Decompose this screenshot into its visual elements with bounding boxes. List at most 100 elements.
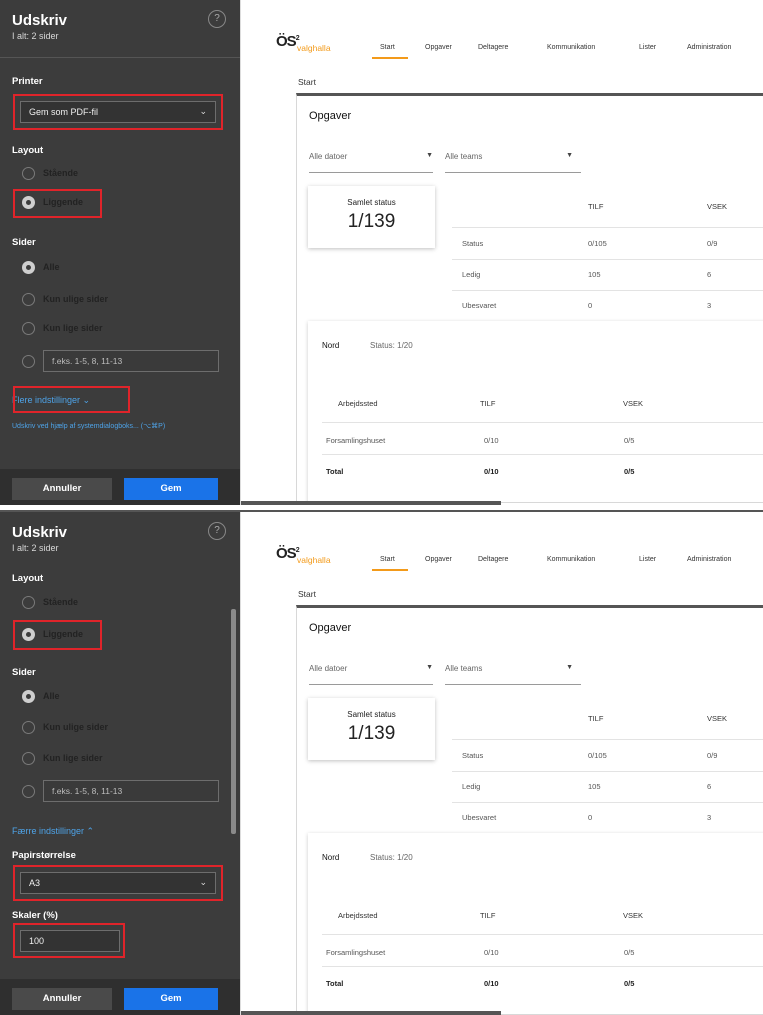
radio-odd-label: Kun ulige sider xyxy=(43,722,109,732)
nord-total-vsek: 0/5 xyxy=(624,979,635,988)
tab-kommunikation[interactable]: Kommunikation xyxy=(547,556,595,563)
radio-icon xyxy=(22,321,35,335)
tab-administration[interactable]: Administration xyxy=(687,556,731,563)
district-name: Nord xyxy=(322,341,340,350)
printer-label: Printer xyxy=(12,76,43,87)
radio-selected-icon xyxy=(22,689,35,703)
row-divider xyxy=(452,227,763,228)
tab-opgaver[interactable]: Opgaver xyxy=(425,556,452,563)
radio-icon xyxy=(22,784,35,798)
nord-row-place: Forsamlingshuset xyxy=(326,948,386,957)
radio-even-label: Kun lige sider xyxy=(43,323,103,333)
tab-kommunikation[interactable]: Kommunikation xyxy=(547,44,595,51)
summary-row-tilf: 0/105 xyxy=(588,239,607,248)
nord-header-place: Arbejdssted xyxy=(338,911,378,920)
date-filter-dropdown[interactable]: Alle datoer ▼ xyxy=(309,143,433,173)
caret-down-icon: ▼ xyxy=(566,664,573,671)
cancel-button[interactable]: Annuller xyxy=(12,988,112,1010)
summary-row-vsek: 3 xyxy=(707,301,712,310)
nord-row-place: Forsamlingshuset xyxy=(326,436,386,445)
tab-start[interactable]: Start xyxy=(380,44,395,51)
radio-portrait-label: Stående xyxy=(43,597,79,607)
logo-subtext: valghalla xyxy=(297,555,331,565)
radio-even-pages[interactable]: Kun lige sider xyxy=(22,320,103,336)
radio-icon xyxy=(22,354,35,368)
team-filter-dropdown[interactable]: Alle teams ▼ xyxy=(445,655,581,685)
row-divider xyxy=(452,259,763,260)
highlight-box xyxy=(13,386,130,413)
summary-row-label: Ledig xyxy=(462,270,481,279)
highlight-box xyxy=(13,94,223,130)
date-filter-value: Alle datoer xyxy=(309,664,348,673)
dialog-title: Udskriv xyxy=(12,524,68,541)
highlight-box xyxy=(13,865,223,901)
nord-row-tilf: 0/10 xyxy=(484,436,499,445)
radio-odd-pages[interactable]: Kun ulige sider xyxy=(22,719,108,735)
summary-row-tilf: 105 xyxy=(588,270,601,279)
tab-lister[interactable]: Lister xyxy=(639,556,656,563)
custom-pages-input[interactable]: f.eks. 1-5, 8, 11-13 xyxy=(43,780,219,802)
tab-lister[interactable]: Lister xyxy=(639,44,656,51)
cancel-button[interactable]: Annuller xyxy=(12,478,112,500)
radio-even-pages[interactable]: Kun lige sider xyxy=(22,750,103,766)
fewer-settings-link[interactable]: Færre indstillinger ⌃ xyxy=(12,826,94,837)
district-status: Status: 1/20 xyxy=(370,341,413,350)
horizontal-scrollbar[interactable] xyxy=(241,501,501,505)
radio-all-pages[interactable]: Alle xyxy=(22,259,60,275)
row-divider xyxy=(452,771,763,772)
date-filter-dropdown[interactable]: Alle datoer ▼ xyxy=(309,655,433,685)
tab-start[interactable]: Start xyxy=(380,556,395,563)
dialog-footer: Annuller Gem xyxy=(0,979,240,1015)
valghalla-logo: ÖS2 xyxy=(276,545,300,562)
opgaver-card: Opgaver Alle datoer ▼ Alle teams ▼ Samle… xyxy=(296,93,763,503)
nord-district-card: Nord Status: 1/20 Arbejdssted TILF VSEK … xyxy=(308,321,763,505)
custom-pages-input[interactable]: f.eks. 1-5, 8, 11-13 xyxy=(43,350,219,372)
card-title: Opgaver xyxy=(309,110,352,122)
radio-selected-icon xyxy=(22,260,35,274)
system-dialog-link[interactable]: Udskriv ved hjælp af systemdialogboks...… xyxy=(12,422,165,430)
help-icon[interactable]: ? xyxy=(208,522,226,540)
tab-administration[interactable]: Administration xyxy=(687,44,731,51)
total-status-value: 1/139 xyxy=(347,723,396,744)
caret-down-icon: ▼ xyxy=(566,152,573,159)
screenshot-panel-bottom: Udskriv I alt: 2 sider ? Layout Stående … xyxy=(0,510,763,1015)
highlight-box xyxy=(13,620,102,650)
tab-deltagere[interactable]: Deltagere xyxy=(478,556,508,563)
row-divider xyxy=(322,454,763,455)
breadcrumb[interactable]: Start xyxy=(298,589,316,599)
district-status: Status: 1/20 xyxy=(370,853,413,862)
column-header-tilf: TILF xyxy=(588,202,604,211)
row-divider xyxy=(322,966,763,967)
radio-even-label: Kun lige sider xyxy=(43,753,103,763)
opgaver-card: Opgaver Alle datoer ▼ Alle teams ▼ Samle… xyxy=(296,605,763,1015)
radio-portrait-label: Stående xyxy=(43,168,79,178)
column-header-vsek: VSEK xyxy=(707,714,728,723)
total-status-box: Samlet status 1/139 xyxy=(308,186,435,248)
radio-portrait[interactable]: Stående xyxy=(22,594,78,610)
radio-icon xyxy=(22,595,35,609)
dialog-page-count: I alt: 2 sider xyxy=(12,543,59,553)
breadcrumb[interactable]: Start xyxy=(298,77,316,87)
radio-all-pages[interactable]: Alle xyxy=(22,688,60,704)
summary-row-vsek: 6 xyxy=(707,270,712,279)
radio-odd-pages[interactable]: Kun ulige sider xyxy=(22,291,108,307)
radio-odd-label: Kun ulige sider xyxy=(43,294,109,304)
scale-label: Skaler (%) xyxy=(12,910,58,921)
card-title: Opgaver xyxy=(309,622,352,634)
help-icon[interactable]: ? xyxy=(208,10,226,28)
summary-row-vsek: 0/9 xyxy=(707,239,718,248)
team-filter-dropdown[interactable]: Alle teams ▼ xyxy=(445,143,581,173)
radio-custom-pages[interactable]: f.eks. 1-5, 8, 11-13 xyxy=(22,350,219,372)
horizontal-scrollbar[interactable] xyxy=(241,1011,501,1015)
dialog-scrollbar[interactable] xyxy=(231,609,236,834)
nord-header-vsek: VSEK xyxy=(623,911,644,920)
summary-row-tilf: 0 xyxy=(588,813,593,822)
radio-portrait[interactable]: Stående xyxy=(22,165,78,181)
save-button[interactable]: Gem xyxy=(124,988,218,1010)
radio-custom-pages[interactable]: f.eks. 1-5, 8, 11-13 xyxy=(22,780,219,802)
page-preview: ÖS2 valghalla Start Opgaver Deltagere Ko… xyxy=(240,0,763,505)
save-button[interactable]: Gem xyxy=(124,478,218,500)
tab-opgaver[interactable]: Opgaver xyxy=(425,44,452,51)
tab-deltagere[interactable]: Deltagere xyxy=(478,44,508,51)
highlight-box xyxy=(13,189,102,218)
